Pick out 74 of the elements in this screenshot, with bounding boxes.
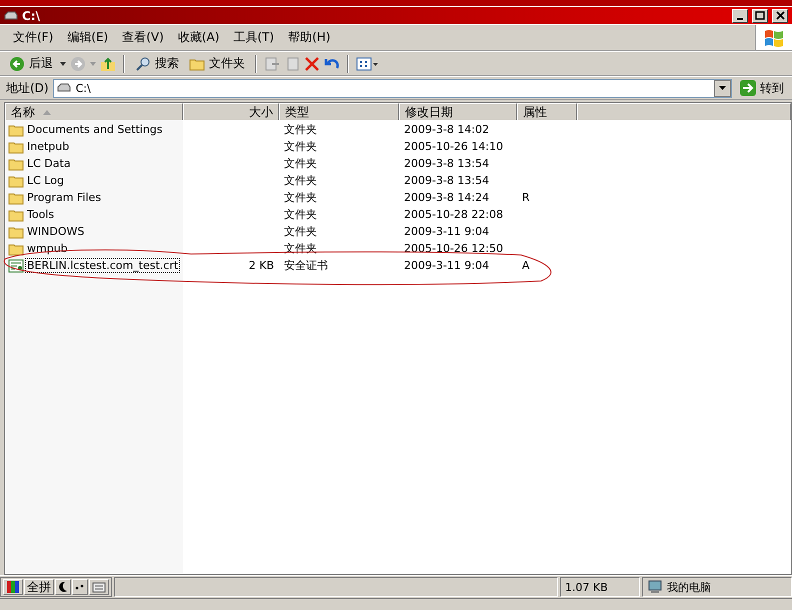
- folder-icon: [8, 174, 24, 188]
- file-type: 文件夹: [283, 190, 318, 206]
- ime-logo-icon[interactable]: [3, 579, 23, 595]
- modified-date: 2009-3-8 13:54: [403, 173, 490, 189]
- folder-icon: [8, 156, 24, 170]
- modified-date: 2009-3-11 9:04: [403, 258, 490, 274]
- file-name[interactable]: Tools: [26, 208, 56, 221]
- file-name[interactable]: LC Log: [26, 174, 65, 187]
- modified-date: 2005-10-26 12:50: [403, 241, 504, 257]
- menu-item[interactable]: 查看(V): [115, 29, 171, 46]
- address-field[interactable]: C:\: [52, 78, 732, 98]
- certificate-icon: [8, 258, 24, 272]
- status-size: 1.07 KB: [565, 580, 608, 594]
- computer-icon: [647, 580, 663, 594]
- close-icon: [776, 11, 784, 20]
- back-button[interactable]: 后退: [6, 54, 56, 74]
- modified-date: 2009-3-11 9:04: [403, 224, 490, 240]
- drive-icon: [56, 83, 72, 93]
- folder-icon: [8, 208, 24, 222]
- file-attributes: R: [521, 190, 531, 206]
- up-folder-icon[interactable]: [100, 56, 116, 72]
- minimize-icon: [737, 18, 743, 20]
- file-type: 文件夹: [283, 139, 318, 155]
- half-width-icon[interactable]: [55, 579, 71, 595]
- folder-icon: [8, 140, 24, 154]
- file-name[interactable]: Inetpub: [26, 140, 70, 153]
- search-icon: [135, 56, 151, 72]
- go-arrow-icon: [740, 80, 756, 96]
- modified-date: 2005-10-26 14:10: [403, 139, 504, 155]
- punctuation-icon[interactable]: [72, 579, 88, 595]
- keyboard-icon[interactable]: [89, 579, 109, 595]
- menu-item[interactable]: 工具(T): [226, 29, 282, 46]
- modified-date: 2009-3-8 14:02: [403, 122, 490, 138]
- delete-icon[interactable]: [304, 56, 320, 72]
- input-mode-button[interactable]: 全拼: [24, 579, 54, 595]
- file-name[interactable]: Program Files: [26, 191, 102, 204]
- menu-item[interactable]: 帮助(H): [281, 29, 338, 46]
- file-name[interactable]: Documents and Settings: [26, 123, 164, 136]
- dropdown-arrow-icon: [719, 86, 726, 90]
- close-button[interactable]: [772, 8, 788, 22]
- file-type: 文件夹: [283, 122, 318, 138]
- file-name[interactable]: LC Data: [26, 157, 72, 170]
- modified-date: 2009-3-8 14:24: [403, 190, 490, 206]
- status-location: 我的电脑: [667, 580, 711, 594]
- modified-date: 2009-3-8 13:54: [403, 156, 490, 172]
- minimize-button[interactable]: [732, 8, 748, 22]
- file-name[interactable]: WINDOWS: [26, 225, 86, 238]
- folder-icon: [189, 56, 205, 70]
- menu-item[interactable]: 文件(F): [6, 29, 60, 46]
- folder-icon: [8, 242, 24, 256]
- folders-button[interactable]: 文件夹: [186, 54, 248, 74]
- modified-date: 2005-10-28 22:08: [403, 207, 504, 223]
- file-type: 文件夹: [283, 207, 318, 223]
- file-type: 文件夹: [283, 156, 318, 172]
- window-title: C:\: [22, 8, 41, 22]
- file-type: 文件夹: [283, 173, 318, 189]
- views-icon[interactable]: [356, 56, 378, 72]
- dropdown-arrow-icon[interactable]: [60, 62, 66, 66]
- folder-icon: [8, 224, 24, 238]
- go-button[interactable]: 转到: [736, 80, 788, 96]
- menu-item[interactable]: 收藏(A): [170, 29, 226, 46]
- maximize-button[interactable]: [752, 8, 768, 22]
- menu-item[interactable]: 编辑(E): [60, 29, 116, 46]
- file-name[interactable]: BERLIN.lcstest.com_test.crt: [26, 259, 180, 272]
- file-type: 安全证书: [283, 258, 329, 274]
- folder-icon: [8, 190, 24, 204]
- search-button[interactable]: 搜索: [132, 54, 182, 74]
- drive-icon: [4, 10, 18, 20]
- file-attributes: A: [521, 258, 531, 274]
- address-label: 地址(D): [6, 80, 49, 96]
- dropdown-button[interactable]: [714, 80, 731, 96]
- file-size: 2 KB: [248, 258, 275, 274]
- file-type: 文件夹: [283, 224, 318, 240]
- maximize-icon: [755, 11, 765, 20]
